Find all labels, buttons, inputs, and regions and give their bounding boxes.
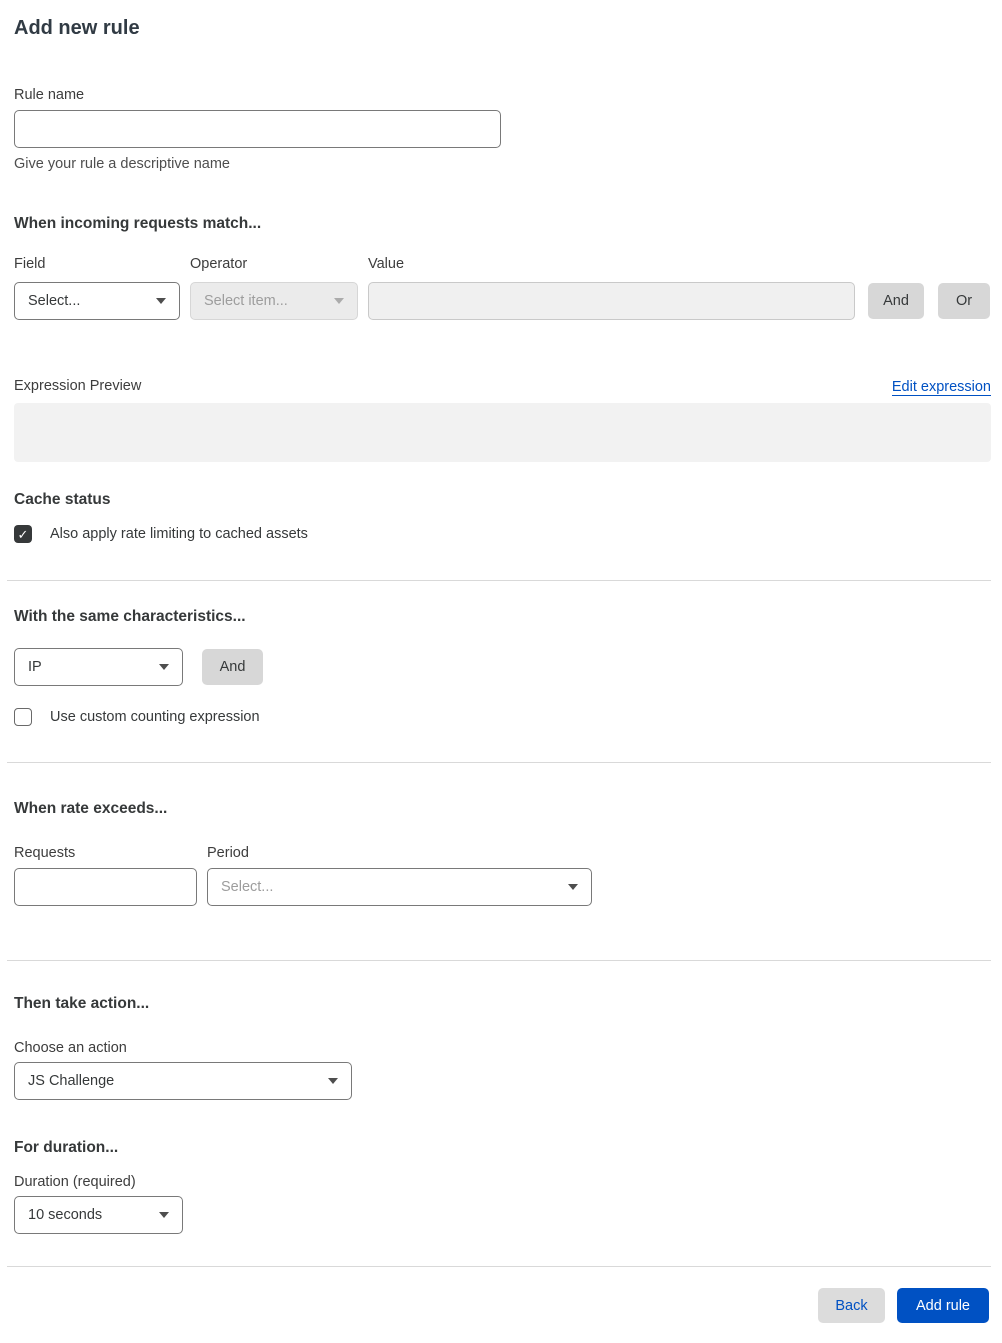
requests-label: Requests <box>14 845 76 861</box>
page-title: Add new rule <box>14 17 140 39</box>
back-button[interactable]: Back <box>818 1288 885 1323</box>
cache-status-title: Cache status <box>14 491 111 508</box>
edit-expression-link[interactable]: Edit expression <box>891 379 991 396</box>
check-icon: ✓ <box>17 526 29 542</box>
period-select[interactable]: Select... <box>207 868 592 906</box>
action-select-value: JS Challenge <box>28 1073 115 1089</box>
operator-select-value: Select item... <box>204 293 288 309</box>
counting-expression-row: Use custom counting expression <box>14 708 991 726</box>
chevron-down-icon <box>156 298 166 304</box>
characteristics-section-title: With the same characteristics... <box>14 608 246 625</box>
operator-label: Operator <box>190 256 248 272</box>
characteristic-select[interactable]: IP <box>14 648 183 686</box>
cache-status-checkbox-row: ✓ Also apply rate limiting to cached ass… <box>14 525 991 543</box>
period-select-value: Select... <box>221 879 274 895</box>
rate-section-title: When rate exceeds... <box>14 800 168 817</box>
field-select[interactable]: Select... <box>14 282 180 320</box>
section-divider <box>7 762 991 763</box>
period-label: Period <box>207 845 249 861</box>
duration-select[interactable]: 10 seconds <box>14 1196 183 1234</box>
field-select-value: Select... <box>28 293 81 309</box>
match-section-title: When incoming requests match... <box>14 215 262 232</box>
rule-name-label: Rule name <box>14 87 85 103</box>
chevron-down-icon <box>334 298 344 304</box>
duration-section-title: For duration... <box>14 1139 119 1156</box>
action-section-title: Then take action... <box>14 995 150 1012</box>
footer-divider <box>7 1266 991 1267</box>
section-divider <box>7 960 991 961</box>
rule-name-helper: Give your rule a descriptive name <box>14 156 230 172</box>
custom-counting-checkbox-label: Use custom counting expression <box>50 709 260 725</box>
chevron-down-icon <box>159 664 169 670</box>
or-button[interactable]: Or <box>938 283 990 319</box>
rule-name-input[interactable] <box>14 110 501 148</box>
characteristic-select-value: IP <box>28 659 42 675</box>
cached-assets-checkbox-label: Also apply rate limiting to cached asset… <box>50 526 308 542</box>
requests-input[interactable] <box>14 868 197 906</box>
custom-counting-checkbox[interactable] <box>14 708 32 726</box>
add-rule-button[interactable]: Add rule <box>897 1288 989 1323</box>
add-rule-form: Add new rule Rule name Give your rule a … <box>0 14 1002 1343</box>
and-button[interactable]: And <box>868 283 924 319</box>
expression-preview-box <box>14 403 991 462</box>
section-divider <box>7 580 991 581</box>
cached-assets-checkbox[interactable]: ✓ <box>14 525 32 543</box>
duration-select-value: 10 seconds <box>28 1207 103 1223</box>
chevron-down-icon <box>328 1078 338 1084</box>
value-input <box>368 282 855 320</box>
duration-label: Duration (required) <box>14 1174 136 1190</box>
action-select[interactable]: JS Challenge <box>14 1062 352 1100</box>
chevron-down-icon <box>159 1212 169 1218</box>
value-label: Value <box>368 256 405 272</box>
choose-action-label: Choose an action <box>14 1040 127 1056</box>
field-label: Field <box>14 256 46 272</box>
footer-actions: Back Add rule <box>14 1288 991 1323</box>
expression-preview-label: Expression Preview <box>14 378 142 394</box>
characteristics-and-button[interactable]: And <box>202 649 263 685</box>
chevron-down-icon <box>568 884 578 890</box>
operator-select: Select item... <box>190 282 358 320</box>
